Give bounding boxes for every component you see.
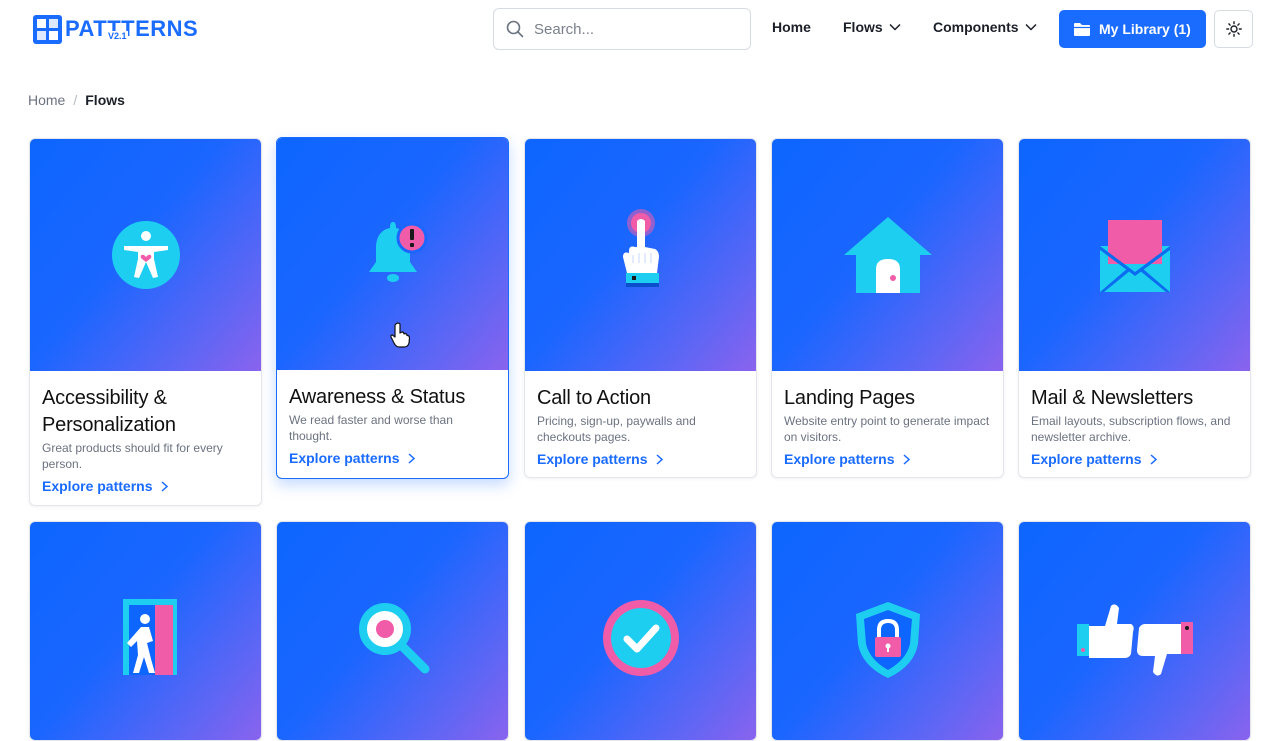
breadcrumb-current: Flows — [85, 92, 125, 108]
accessibility-icon — [111, 221, 180, 289]
explore-patterns-label: Explore patterns — [1031, 451, 1142, 467]
card-image — [277, 522, 508, 740]
card-image — [30, 139, 261, 371]
shield-lock-icon — [855, 602, 920, 678]
card-call-to-action[interactable]: Call to Action Pricing, sign-up, paywall… — [524, 138, 757, 478]
logo-icon — [33, 14, 62, 44]
nav-components-label: Components — [933, 19, 1019, 35]
thumbs-feedback-icon — [1076, 604, 1193, 676]
chevron-right-icon — [408, 452, 416, 464]
explore-patterns-label: Explore patterns — [537, 451, 648, 467]
explore-patterns-label: Explore patterns — [784, 451, 895, 467]
magnifier-icon — [358, 603, 429, 674]
card-image — [772, 139, 1003, 371]
logo-text: PATTTERNS — [65, 16, 199, 41]
card-image — [1019, 522, 1250, 740]
my-library-label: My Library (1) — [1099, 21, 1191, 37]
card-description: Pricing, sign-up, paywalls and checkouts… — [537, 414, 696, 444]
card-title: Accessibility & Personalization — [42, 387, 176, 436]
breadcrumb: Home / Flows — [28, 92, 125, 108]
explore-patterns-link[interactable]: Explore patterns — [42, 478, 249, 494]
my-library-button[interactable]: My Library (1) — [1059, 10, 1206, 48]
nav-home[interactable]: Home — [772, 19, 811, 35]
chevron-right-icon — [161, 480, 169, 492]
card-title: Mail & Newsletters — [1031, 387, 1193, 409]
card-row2-check[interactable] — [524, 521, 757, 741]
card-row2-feedback[interactable] — [1018, 521, 1251, 741]
nav-home-label: Home — [772, 19, 811, 35]
card-landing-pages[interactable]: Landing Pages Website entry point to gen… — [771, 138, 1004, 478]
nav-flows-label: Flows — [843, 19, 883, 35]
card-row2-search[interactable] — [276, 521, 509, 741]
chevron-right-icon — [656, 453, 664, 465]
card-description: Website entry point to generate impact o… — [784, 414, 990, 444]
explore-patterns-link[interactable]: Explore patterns — [1031, 451, 1238, 467]
explore-patterns-link[interactable]: Explore patterns — [289, 450, 496, 466]
card-title: Landing Pages — [784, 387, 915, 409]
card-title: Awareness & Status — [289, 386, 466, 408]
logo-version: V2.1 — [107, 31, 128, 41]
card-image — [1019, 139, 1250, 371]
breadcrumb-separator: / — [73, 92, 78, 108]
card-image — [772, 522, 1003, 740]
envelope-icon — [1099, 220, 1170, 292]
nav-components[interactable]: Components — [933, 19, 1037, 35]
brand-logo[interactable]: PATTTERNS V2.1 — [33, 14, 213, 44]
card-image — [30, 522, 261, 740]
nav-flows[interactable]: Flows — [843, 19, 901, 35]
folder-icon — [1074, 22, 1090, 36]
chevron-down-icon — [889, 23, 901, 31]
explore-patterns-link[interactable]: Explore patterns — [537, 451, 744, 467]
bell-alert-icon — [368, 222, 427, 282]
chevron-right-icon — [903, 453, 911, 465]
exit-door-icon — [122, 599, 177, 675]
explore-patterns-link[interactable]: Explore patterns — [784, 451, 991, 467]
card-awareness-status[interactable]: Awareness & Status We read faster and wo… — [276, 137, 509, 479]
chevron-down-icon — [1025, 23, 1037, 31]
card-accessibility[interactable]: Accessibility & Personalization Great pr… — [29, 138, 262, 506]
breadcrumb-home[interactable]: Home — [28, 92, 65, 108]
search-icon — [506, 20, 524, 38]
card-row2-security[interactable] — [771, 521, 1004, 741]
chevron-right-icon — [1150, 453, 1158, 465]
card-mail-newsletters[interactable]: Mail & Newsletters Email layouts, subscr… — [1018, 138, 1251, 478]
sun-icon — [1225, 21, 1242, 37]
hand-press-icon — [622, 209, 659, 287]
card-description: Great products should fit for every pers… — [42, 441, 223, 471]
search-box[interactable] — [493, 8, 751, 50]
card-description: Email layouts, subscription flows, and n… — [1031, 414, 1231, 444]
card-row2-exit[interactable] — [29, 521, 262, 741]
card-title: Call to Action — [537, 387, 651, 409]
checkmark-circle-icon — [602, 600, 679, 676]
hand-cursor-icon — [390, 322, 410, 348]
search-input[interactable] — [534, 20, 734, 38]
house-icon — [843, 217, 932, 293]
explore-patterns-label: Explore patterns — [289, 450, 400, 466]
card-description: We read faster and worse than thought. — [289, 413, 453, 443]
card-image — [525, 139, 756, 371]
top-header: PATTTERNS V2.1 Home Flows Components My … — [0, 0, 1280, 60]
theme-toggle-button[interactable] — [1214, 10, 1253, 48]
explore-patterns-label: Explore patterns — [42, 478, 153, 494]
card-image — [525, 522, 756, 740]
